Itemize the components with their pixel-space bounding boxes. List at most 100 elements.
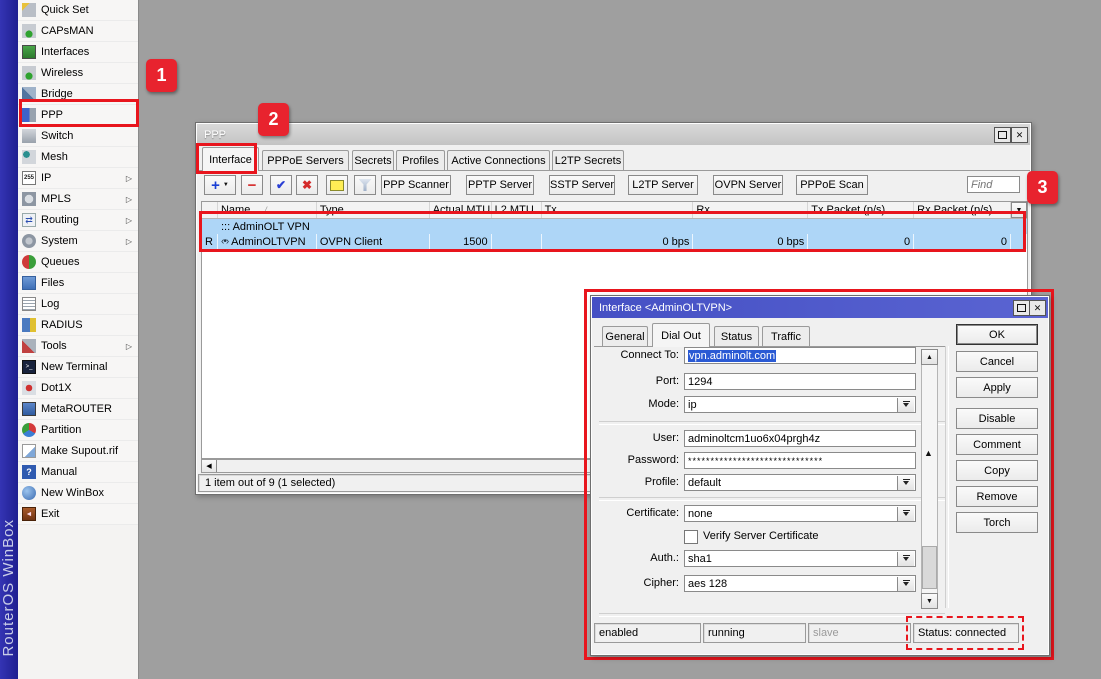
scroll-left-icon[interactable]: ◀ xyxy=(202,460,217,472)
profile-select[interactable]: default xyxy=(684,474,916,491)
verify-server-certificate-checkbox[interactable] xyxy=(684,530,698,544)
sidebar-item-system[interactable]: System▷ xyxy=(18,231,138,252)
cipher-label: Cipher: xyxy=(591,577,679,589)
sidebar-item-tools[interactable]: Tools▷ xyxy=(18,336,138,357)
sidebar-item-label: MPLS xyxy=(41,193,71,205)
auth-label: Auth.: xyxy=(591,552,679,564)
tab-pppoe-servers[interactable]: PPPoE Servers xyxy=(262,150,349,171)
sidebar-item-switch[interactable]: Switch xyxy=(18,126,138,147)
dropdown-icon[interactable] xyxy=(897,507,914,521)
find-input[interactable] xyxy=(967,176,1020,193)
disable-button[interactable]: Disable xyxy=(956,408,1038,429)
submenu-arrow-icon: ▷ xyxy=(126,195,132,204)
dialog-tab-dial-out[interactable]: Dial Out xyxy=(652,323,710,347)
sidebar-item-files[interactable]: Files xyxy=(18,273,138,294)
enable-button[interactable]: ✔ xyxy=(270,175,292,195)
manual-icon xyxy=(22,465,36,479)
sidebar-item-exit[interactable]: Exit xyxy=(18,504,138,525)
sidebar-item-routing[interactable]: Routing▷ xyxy=(18,210,138,231)
certificate-select[interactable]: none xyxy=(684,505,916,522)
maximize-icon[interactable] xyxy=(1013,300,1030,316)
dialog-tab-status[interactable]: Status xyxy=(714,326,759,347)
sidebar-item-new-winbox[interactable]: New WinBox xyxy=(18,483,138,504)
torch-button[interactable]: Torch xyxy=(956,512,1038,533)
remove-button[interactable]: − xyxy=(241,175,263,195)
connect-to-value: vpn.adminolt.com xyxy=(688,350,776,362)
copy-button[interactable]: Copy xyxy=(956,460,1038,481)
user-input[interactable]: adminoltcm1uo6x04prgh4z xyxy=(684,430,916,447)
sidebar-item-manual[interactable]: Manual xyxy=(18,462,138,483)
sidebar-item-quick-set[interactable]: Quick Set xyxy=(18,0,138,21)
close-icon[interactable]: ✕ xyxy=(1011,127,1028,143)
certificate-value: none xyxy=(688,508,712,520)
interface-dialog: Interface <AdminOLTVPN> ✕ GeneralDial Ou… xyxy=(590,295,1050,656)
dialog-tab-traffic[interactable]: Traffic xyxy=(762,326,810,347)
sidebar-item-label: RADIUS xyxy=(41,319,83,331)
sidebar-item-interfaces[interactable]: Interfaces xyxy=(18,42,138,63)
port-input[interactable]: 1294 xyxy=(684,373,916,390)
comment-button[interactable]: Comment xyxy=(956,434,1038,455)
dialog-tab-general[interactable]: General xyxy=(602,326,648,347)
ok-button[interactable]: OK xyxy=(956,324,1038,345)
scroll-up-icon[interactable]: ▲ xyxy=(921,349,938,365)
cancel-button[interactable]: Cancel xyxy=(956,351,1038,372)
wand-icon xyxy=(22,3,36,17)
sidebar-item-mpls[interactable]: MPLS ▷ xyxy=(18,189,138,210)
verify-server-certificate-label: Verify Server Certificate xyxy=(703,530,819,542)
cipher-value: aes 128 xyxy=(688,578,727,590)
tab-active-connections[interactable]: Active Connections xyxy=(447,150,550,171)
sidebar-item-new-terminal[interactable]: New Terminal xyxy=(18,357,138,378)
l2tp-server-button[interactable]: L2TP Server xyxy=(628,175,698,195)
close-icon[interactable]: ✕ xyxy=(1029,300,1046,316)
sstp-server-button[interactable]: SSTP Server xyxy=(549,175,615,195)
apply-button[interactable]: Apply xyxy=(956,377,1038,398)
ppp-window-titlebar[interactable]: PPP xyxy=(197,124,1030,145)
cipher-select[interactable]: aes 128 xyxy=(684,575,916,592)
submenu-arrow-icon: ▷ xyxy=(126,216,132,225)
sidebar-item-log[interactable]: Log xyxy=(18,294,138,315)
port-value: 1294 xyxy=(688,376,712,388)
connect-to-input[interactable]: vpn.adminolt.com xyxy=(684,347,916,364)
radius-icon xyxy=(22,318,36,332)
ovpn-server-button[interactable]: OVPN Server xyxy=(713,175,783,195)
sidebar-item-capsman[interactable]: CAPsMAN xyxy=(18,21,138,42)
dropdown-icon[interactable] xyxy=(897,552,914,566)
dropdown-icon[interactable] xyxy=(897,476,914,490)
dropdown-icon[interactable] xyxy=(897,577,914,591)
sidebar-item-radius[interactable]: RADIUS xyxy=(18,315,138,336)
dialog-tab-bar: GeneralDial OutStatusTraffic xyxy=(594,323,944,347)
add-button[interactable]: + ▼ xyxy=(204,175,236,195)
sidebar-item-ip[interactable]: IP▷ xyxy=(18,168,138,189)
tab-secrets[interactable]: Secrets xyxy=(352,150,394,171)
password-input[interactable]: ****************************** xyxy=(684,452,916,469)
routeros-winbox-label: RouterOS WinBox xyxy=(0,519,18,657)
scroll-down-icon[interactable]: ▼ xyxy=(921,593,938,609)
mode-select[interactable]: ip xyxy=(684,396,916,413)
dialog-titlebar[interactable]: Interface <AdminOLTVPN> xyxy=(592,297,1048,318)
user-label: User: xyxy=(591,432,679,444)
pppoe-scan-button[interactable]: PPPoE Scan xyxy=(796,175,868,195)
disable-button[interactable]: ✖ xyxy=(296,175,318,195)
pptp-server-button[interactable]: PPTP Server xyxy=(466,175,534,195)
form-scrollbar-thumb[interactable] xyxy=(922,546,937,589)
exit-icon xyxy=(22,507,36,521)
sidebar-item-dot1x[interactable]: Dot1X xyxy=(18,378,138,399)
sidebar-item-partition[interactable]: Partition xyxy=(18,420,138,441)
ppp-scanner-button[interactable]: PPP Scanner xyxy=(381,175,451,195)
wireless-icon xyxy=(22,66,36,80)
sidebar-item-mesh[interactable]: Mesh xyxy=(18,147,138,168)
sidebar-item-wireless[interactable]: Wireless xyxy=(18,63,138,84)
remove-button[interactable]: Remove xyxy=(956,486,1038,507)
profile-label: Profile: xyxy=(591,476,679,488)
sidebar-item-make-supout-rif[interactable]: Make Supout.rif xyxy=(18,441,138,462)
dropdown-icon[interactable] xyxy=(897,398,914,412)
sidebar-item-label: Wireless xyxy=(41,67,83,79)
sidebar-item-metarouter[interactable]: MetaROUTER xyxy=(18,399,138,420)
maximize-icon[interactable] xyxy=(994,127,1011,143)
auth-select[interactable]: sha1 xyxy=(684,550,916,567)
sidebar-item-queues[interactable]: Queues xyxy=(18,252,138,273)
tab-profiles[interactable]: Profiles xyxy=(396,150,445,171)
tab-l2tp-secrets[interactable]: L2TP Secrets xyxy=(552,150,624,171)
filter-button[interactable] xyxy=(354,175,376,195)
comment-button[interactable] xyxy=(326,175,348,195)
